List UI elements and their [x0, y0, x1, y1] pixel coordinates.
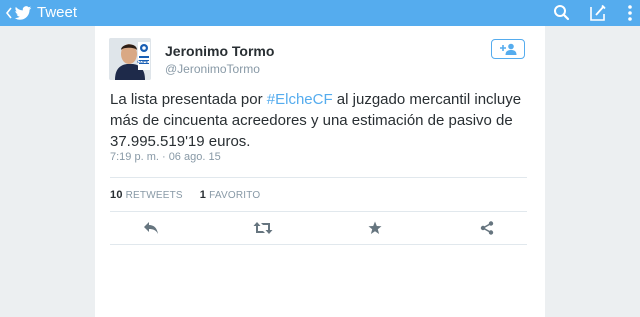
follow-button[interactable] — [491, 39, 525, 59]
app-bar: Tweet — [0, 0, 640, 26]
author-handle[interactable]: @JeronimoTormo — [165, 62, 260, 76]
author-name[interactable]: Jeronimo Tormo — [165, 43, 274, 59]
favorite-button[interactable] — [365, 218, 385, 238]
share-button[interactable] — [477, 218, 497, 238]
favorite-star-icon — [368, 221, 382, 234]
hashtag-link[interactable]: #ElcheCF — [267, 91, 333, 108]
tweet-text-start: La lista presentada por — [110, 91, 267, 108]
add-user-icon — [500, 43, 517, 55]
tweet-stats: 10 RETWEETS 1 FAVORITO — [110, 189, 274, 201]
retweets-stat[interactable]: 10 RETWEETS — [110, 189, 183, 201]
compose-icon[interactable] — [588, 3, 608, 23]
divider — [110, 211, 527, 212]
back-chevron-icon[interactable] — [4, 5, 14, 21]
search-icon[interactable] — [552, 3, 572, 23]
favorites-count: 1 — [199, 189, 207, 201]
avatar-badge-text: COPE — [137, 59, 149, 64]
share-icon — [480, 221, 494, 235]
retweet-icon — [253, 222, 273, 234]
reply-icon — [144, 222, 158, 234]
retweets-label: RETWEETS — [125, 190, 183, 201]
tweet-card: COPE Jeronimo Tormo @JeronimoTormo La li… — [95, 26, 545, 317]
twitter-bird-icon — [14, 6, 32, 20]
favorites-stat[interactable]: 1 FAVORITO — [200, 189, 261, 201]
favorites-label: FAVORITO — [209, 190, 261, 201]
overflow-menu-icon[interactable] — [620, 3, 640, 23]
retweet-button[interactable] — [253, 218, 273, 238]
reply-button[interactable] — [141, 218, 161, 238]
tweet-text: La lista presentada por #ElcheCF al juzg… — [110, 89, 535, 152]
divider — [110, 244, 527, 245]
tweet-timestamp: 7:19 p. m. · 06 ago. 15 — [110, 151, 221, 163]
retweets-count: 10 — [110, 189, 123, 201]
app-bar-title: Tweet — [37, 4, 78, 21]
divider — [110, 177, 527, 178]
